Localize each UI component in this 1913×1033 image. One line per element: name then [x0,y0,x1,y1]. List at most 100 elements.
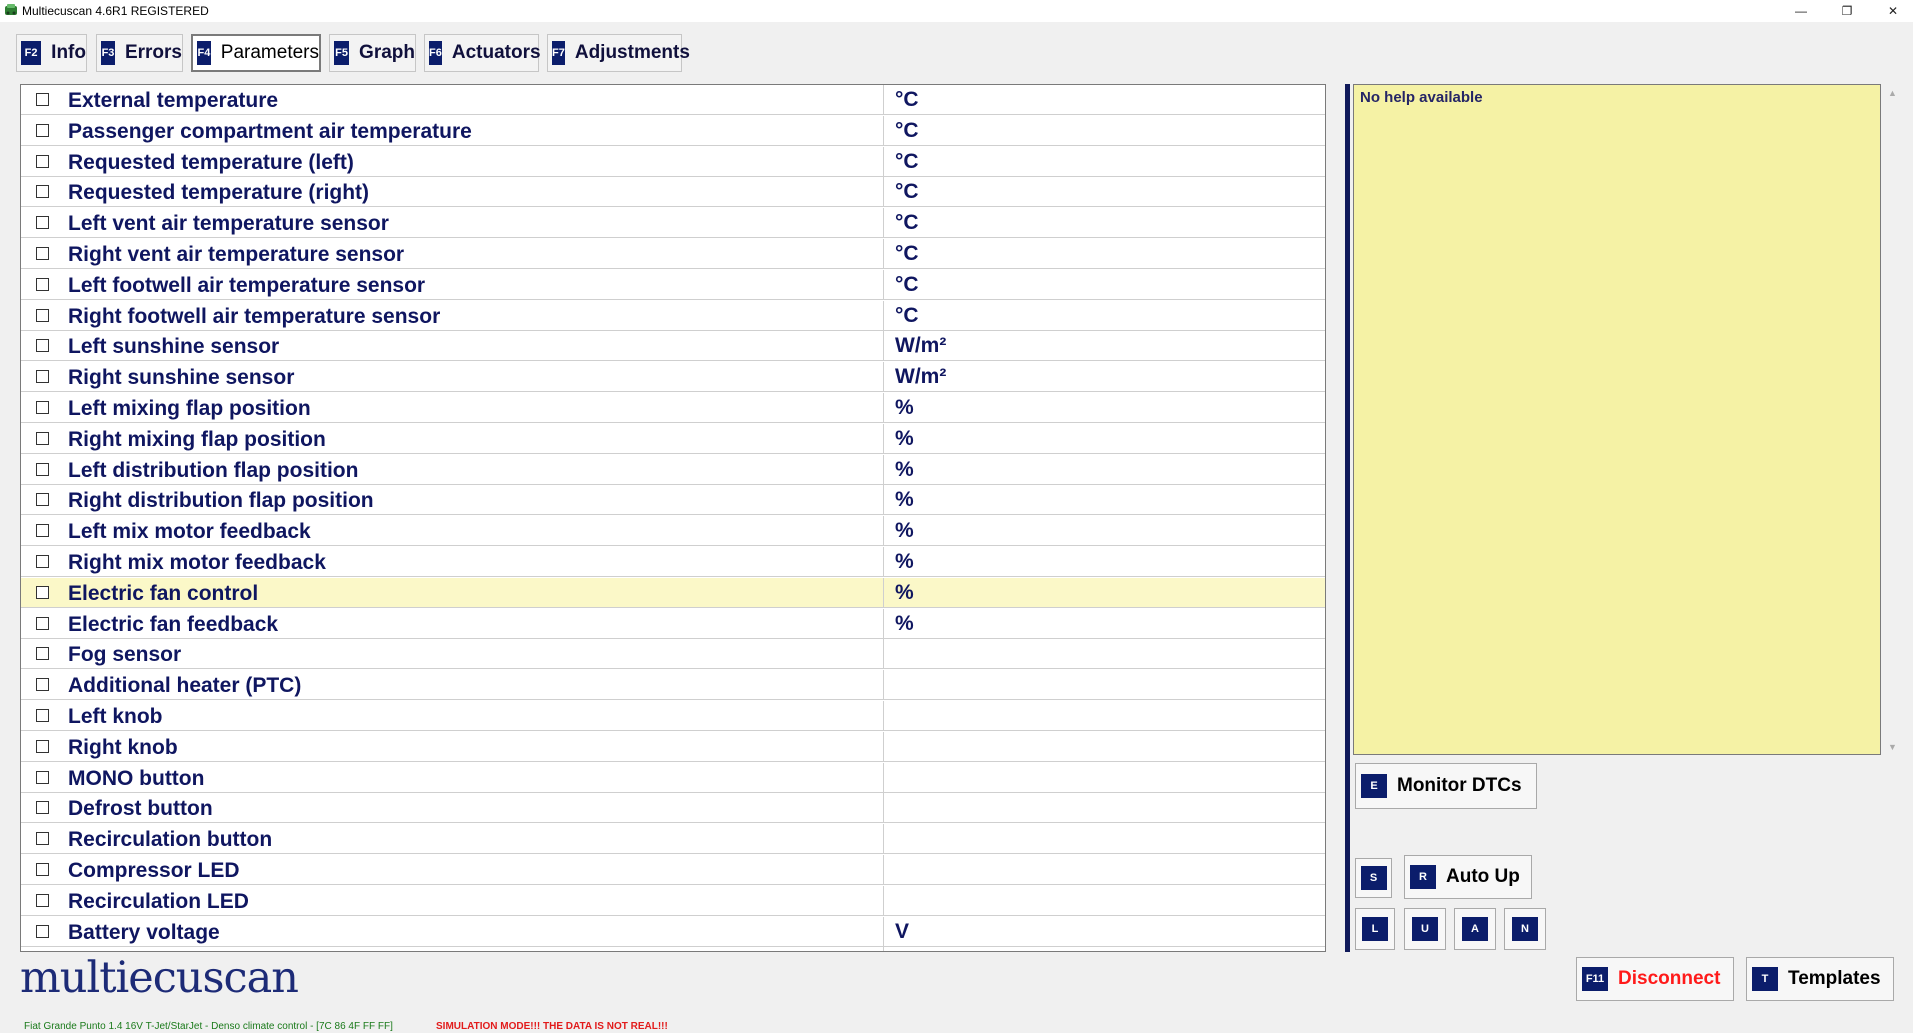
parameter-checkbox[interactable] [36,524,49,538]
parameter-name: Electric fan control [68,581,259,605]
parameter-name: Left knob [68,705,163,728]
tab-info[interactable]: F2 Info [16,34,87,72]
parameter-checkbox[interactable] [36,709,49,722]
table-row[interactable]: Left footwell air temperature sensor °C [21,269,1325,300]
parameter-name: Left vent air temperature sensor [68,212,389,236]
table-row[interactable]: MONO button [21,762,1325,793]
parameter-checkbox[interactable] [36,616,49,630]
table-row[interactable]: Right vent air temperature sensor °C [21,239,1325,269]
parameter-checkbox[interactable] [36,801,49,815]
parameter-unit: % [895,550,914,573]
panel-splitter[interactable] [1345,84,1350,952]
f5-key-badge: F5 [334,41,350,65]
s-button[interactable]: S [1355,858,1392,898]
parameter-checkbox[interactable] [36,647,49,661]
parameter-unit: % [895,580,914,604]
close-icon[interactable]: ✕ [1870,0,1913,22]
simulation-warning-text: SIMULATION MODE!!! THE DATA IS NOT REAL!… [436,1021,668,1032]
table-row[interactable]: Defrost button [21,793,1325,824]
table-row[interactable]: Left mix motor feedback% [21,516,1325,547]
parameter-list-scrollbar[interactable]: ▲ ▼ [1325,85,1326,951]
table-row[interactable]: Right knob [21,731,1325,762]
table-row[interactable]: Right mixing flap position% [21,423,1325,454]
table-row[interactable]: Recirculation LED [21,885,1325,916]
parameter-checkbox[interactable] [36,893,49,907]
parameter-checkbox[interactable] [36,308,49,322]
auto-up-button[interactable]: R Auto Up [1404,855,1532,899]
n-button[interactable]: N [1504,908,1546,950]
table-row[interactable]: Left vent air temperature sensor °C [21,208,1325,239]
u-button[interactable]: U [1404,908,1446,950]
table-row[interactable]: Battery voltage V [21,916,1325,947]
column-divider [883,824,884,855]
table-row[interactable]: Fog sensor [21,639,1325,670]
parameter-checkbox[interactable] [36,493,49,507]
table-row[interactable]: Left sunshine sensor W/m² [21,331,1325,362]
table-row[interactable]: Electric fan feedback% [21,608,1325,639]
table-row[interactable]: Engine speed rpm [21,947,1325,951]
parameter-checkbox[interactable] [36,401,49,414]
table-row[interactable]: Additional heater (PTC) [21,670,1325,701]
table-row[interactable]: Right mix motor feedback% [21,547,1325,577]
parameter-checkbox[interactable] [36,585,49,599]
parameter-checkbox[interactable] [36,739,49,753]
tab-adjustments[interactable]: F7 Adjustments [547,34,690,72]
table-row[interactable]: Electric fan control% [21,577,1325,608]
parameter-name: Left sunshine sensor [68,335,280,359]
parameter-checkbox[interactable] [36,185,49,199]
table-row[interactable]: Recirculation button [21,824,1325,855]
parameter-checkbox[interactable] [36,863,49,876]
parameter-unit: W/m² [895,334,947,358]
tab-graph-label: Graph [359,42,415,63]
parameter-checkbox[interactable] [36,370,49,384]
table-row[interactable]: Passenger compartment air temperature °C [21,115,1325,146]
parameter-unit: % [895,426,914,450]
parameter-checkbox[interactable] [36,770,49,784]
parameter-checkbox[interactable] [36,924,49,938]
parameter-unit: % [895,457,914,481]
parameter-list[interactable]: External temperature °C Passenger compartm… [20,84,1326,952]
parameter-checkbox[interactable] [36,123,49,137]
parameter-unit: W/m² [895,365,947,389]
monitor-dtcs-label: Monitor DTCs [1397,775,1522,796]
tab-graph[interactable]: F5 Graph [329,34,416,72]
parameter-checkbox[interactable] [36,431,49,445]
tab-parameters[interactable]: F4 Parameters [191,34,321,72]
parameter-checkbox[interactable] [36,555,49,568]
parameter-checkbox[interactable] [36,216,49,230]
parameter-checkbox[interactable] [36,247,49,260]
scroll-down-icon[interactable]: ▼ [1884,738,1901,755]
help-scrollbar[interactable]: ▲ ▼ [1884,84,1901,755]
tab-actuators[interactable]: F6 Actuators [424,34,541,72]
table-row[interactable]: Left knob [21,701,1325,731]
table-row[interactable]: Left distribution flap position% [21,454,1325,485]
table-row[interactable]: Right footwell air temperature sensor °C [21,300,1325,331]
parameter-name: Requested temperature (right) [68,181,370,205]
parameter-checkbox[interactable] [36,277,49,291]
scroll-up-icon[interactable]: ▲ [1884,84,1901,101]
parameter-name: Right sunshine sensor [68,366,295,390]
l-button[interactable]: L [1355,908,1395,950]
table-row[interactable]: Compressor LED [21,855,1325,885]
table-row[interactable]: External temperature °C [21,85,1325,115]
table-row[interactable]: Requested temperature (right) °C [21,177,1325,208]
parameter-checkbox[interactable] [36,832,49,846]
table-row[interactable]: Requested temperature (left) °C [21,146,1325,177]
parameter-checkbox[interactable] [36,339,49,353]
tab-errors[interactable]: F3 Errors [96,34,183,72]
parameter-checkbox[interactable] [36,462,49,476]
minimize-icon[interactable]: — [1778,0,1824,22]
parameter-name: Additional heater (PTC) [68,674,302,698]
restore-icon[interactable]: ❐ [1824,0,1870,22]
parameter-checkbox[interactable] [36,678,49,692]
templates-button[interactable]: T Templates [1746,957,1894,1001]
parameter-checkbox[interactable] [36,93,49,106]
parameter-checkbox[interactable] [36,154,49,168]
monitor-dtcs-button[interactable]: E Monitor DTCs [1355,763,1537,809]
column-divider [883,300,884,331]
a-button[interactable]: A [1454,908,1496,950]
disconnect-button[interactable]: F11 Disconnect [1576,957,1734,1001]
table-row[interactable]: Right distribution flap position% [21,485,1325,516]
table-row[interactable]: Right sunshine sensor W/m² [21,362,1325,393]
table-row[interactable]: Left mixing flap position% [21,393,1325,423]
